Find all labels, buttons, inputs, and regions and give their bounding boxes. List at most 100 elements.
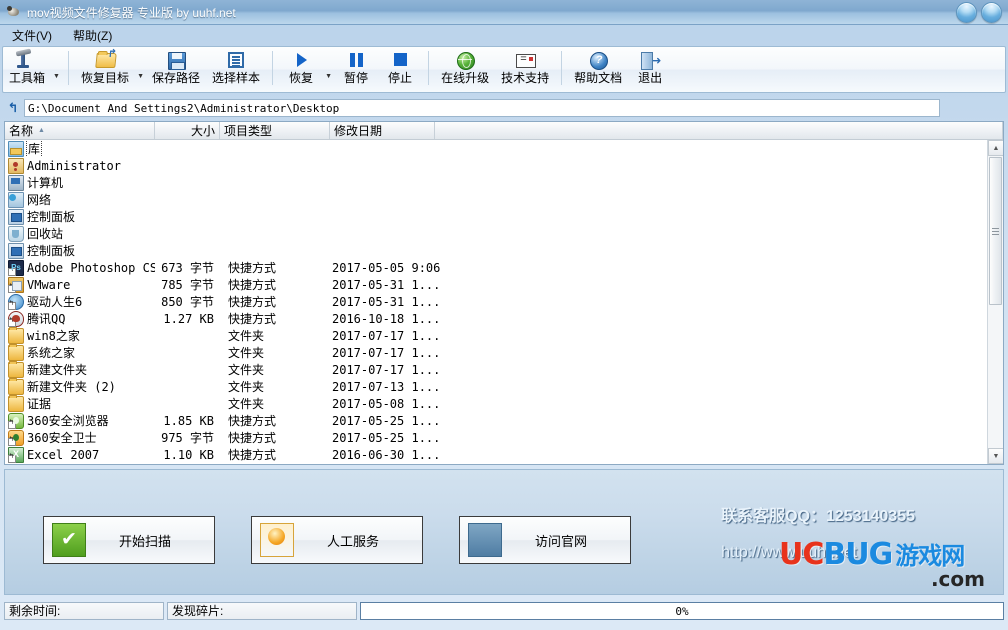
file-name-label: 系统之家	[27, 346, 76, 360]
column-header-type-label: 项目类型	[224, 124, 273, 138]
scrollbar-thumb[interactable]	[989, 157, 1002, 305]
column-header-type[interactable]: 项目类型	[220, 122, 330, 139]
toolbar-separator	[428, 51, 430, 85]
file-name-cell: 控制面板	[5, 242, 155, 259]
folder-icon	[8, 378, 24, 395]
toolbar-button-online-upgrade[interactable]: 在线升级	[435, 47, 495, 92]
start-scan-button[interactable]: 开始扫描	[43, 516, 215, 564]
minimize-button[interactable]	[956, 2, 977, 23]
close-button[interactable]	[981, 2, 1002, 23]
column-header-size-label: 大小	[190, 124, 215, 138]
file-size-cell: 785 字节	[161, 278, 214, 292]
lightbulb-icon	[260, 523, 294, 557]
contact-qq-text: 联系客服QQ：1253140355	[721, 508, 915, 525]
table-row[interactable]: 计算机	[5, 174, 1003, 191]
toolbar-button-help-doc[interactable]: 帮助文档	[568, 47, 628, 92]
user-folder-icon	[8, 157, 24, 174]
toolbar-button-tech-support[interactable]: 技术支持	[495, 47, 555, 92]
toolbar-button-stop[interactable]: 停止	[378, 47, 422, 92]
table-row[interactable]: 网络	[5, 191, 1003, 208]
file-name-cell: 计算机	[5, 174, 155, 191]
file-date-cell: 2016-06-30 1...	[332, 447, 441, 462]
library-icon	[8, 140, 24, 157]
table-row[interactable]: 新建文件夹 文件夹 2017-07-17 1...	[5, 361, 1003, 378]
address-bar: ↰ G:\Document And Settings2\Administrato…	[2, 97, 1006, 119]
shortcut-overlay-icon	[8, 265, 16, 276]
toolbar-button-select-sample[interactable]: 选择样本	[206, 47, 266, 92]
toolbar-button-recover-target[interactable]: 恢复目标	[75, 47, 135, 92]
menu-file[interactable]: 文件(V)	[3, 25, 61, 46]
shortcut-overlay-icon	[8, 452, 16, 463]
table-row[interactable]: Administrator	[5, 157, 1003, 174]
table-row[interactable]: Adobe Photoshop CS6 673 字节快捷方式 2017-05-05 …	[5, 259, 1003, 276]
status-bar: 剩余时间: 发现碎片: 0%	[4, 600, 1004, 622]
file-type-cell: 快捷方式	[228, 448, 277, 462]
watermark-com: .com	[930, 567, 985, 591]
recover-target-dropdown-arrow-icon[interactable]: ▼	[135, 47, 146, 92]
360-browser-icon	[8, 412, 24, 429]
file-date-cell: 2017-07-17 1...	[332, 328, 441, 343]
table-row[interactable]: VMware 785 字节快捷方式 2017-05-31 1...	[5, 276, 1003, 293]
progress-bar-text: 0%	[675, 604, 689, 618]
path-input[interactable]: G:\Document And Settings2\Administrator\…	[24, 99, 940, 117]
visit-website-label: 访问官网	[534, 533, 587, 549]
file-date-cell: 2017-07-17 1...	[332, 362, 441, 377]
file-name-label: 控制面板	[27, 210, 76, 224]
menu-help[interactable]: 帮助(Z)	[64, 25, 121, 46]
table-row[interactable]: 证据 文件夹 2017-05-08 1...	[5, 395, 1003, 412]
toolbar-button-toolbox[interactable]: 工具箱	[3, 47, 51, 92]
table-row[interactable]: win8之家 文件夹 2017-07-17 1...	[5, 327, 1003, 344]
table-row[interactable]: 回收站	[5, 225, 1003, 242]
column-header-size[interactable]: 大小	[155, 122, 220, 139]
table-row[interactable]: Excel 2007 1.10 KB 快捷方式 2016-06-30 1...	[5, 446, 1003, 463]
scroll-down-button[interactable]: ▼	[988, 448, 1003, 464]
scroll-up-button[interactable]: ▲	[988, 140, 1003, 156]
table-row[interactable]: 360安全卫士 975 字节快捷方式 2017-05-25 1...	[5, 429, 1003, 446]
document-list-icon	[225, 50, 247, 70]
file-type-cell: 快捷方式	[228, 261, 277, 275]
table-row[interactable]: 360安全浏览器 1.85 KB 快捷方式 2017-05-25 1...	[5, 412, 1003, 429]
manual-service-button[interactable]: 人工服务	[251, 516, 423, 564]
visit-website-button[interactable]: 访问官网	[459, 516, 631, 564]
file-size-cell: 850 字节	[161, 295, 214, 309]
shortcut-overlay-icon	[8, 418, 16, 429]
toolbox-dropdown-arrow-icon[interactable]: ▼	[51, 47, 62, 92]
folder-icon	[8, 327, 24, 344]
recover-dropdown-arrow-icon[interactable]: ▼	[323, 47, 334, 92]
column-header-name[interactable]: 名称 ▲	[5, 122, 155, 139]
back-arrow-icon[interactable]: ↰	[2, 98, 24, 118]
column-header-date[interactable]: 修改日期	[330, 122, 435, 139]
table-row[interactable]: 控制面板	[5, 208, 1003, 225]
toolbar-label-help-doc: 帮助文档	[574, 71, 623, 85]
file-name-cell: 系统之家	[5, 344, 155, 361]
file-name-label: 新建文件夹 (2)	[27, 380, 116, 394]
bottom-action-panel: 开始扫描 人工服务 访问官网 联系客服QQ：1253140355 http://…	[4, 469, 1004, 595]
table-row[interactable]: 腾讯QQ 1.27 KB 快捷方式 2016-10-18 1...	[5, 310, 1003, 327]
toolbar-button-pause[interactable]: 暂停	[334, 47, 378, 92]
file-date-cell: 2017-05-31 1...	[332, 294, 441, 309]
start-scan-label: 开始扫描	[118, 533, 171, 549]
file-name-cell: Adobe Photoshop CS6	[5, 259, 155, 276]
file-name-label: 控制面板	[27, 244, 76, 258]
table-row[interactable]: 控制面板	[5, 242, 1003, 259]
table-row[interactable]: 系统之家 文件夹 2017-07-17 1...	[5, 344, 1003, 361]
menu-bar: 文件(V) 帮助(Z)	[0, 25, 1008, 45]
control-panel-icon	[8, 208, 24, 225]
toolbar-button-recover[interactable]: 恢复	[279, 47, 323, 92]
table-row[interactable]: 驱动人生6 850 字节快捷方式 2017-05-31 1...	[5, 293, 1003, 310]
file-name-cell: 腾讯QQ	[5, 310, 155, 327]
website-url-text[interactable]: http://www.uuhf.net	[721, 544, 915, 562]
mail-icon	[514, 50, 537, 70]
toolbar-button-save-path[interactable]: 保存路径	[146, 47, 206, 92]
file-name-label: 网络	[27, 193, 52, 207]
file-name-label: Administrator	[27, 158, 121, 173]
stop-icon	[389, 50, 411, 70]
toolbar-button-exit[interactable]: 退出	[628, 47, 672, 92]
table-row[interactable]: 库	[5, 140, 1003, 157]
table-row[interactable]: 新建文件夹 (2) 文件夹 2017-07-13 1...	[5, 378, 1003, 395]
vertical-scrollbar[interactable]: ▲ ▼	[987, 140, 1003, 464]
file-name-label: Excel 2007	[27, 447, 100, 462]
folder-icon	[8, 344, 24, 361]
toolbar-separator	[272, 51, 274, 85]
column-headers: 名称 ▲ 大小 项目类型 修改日期	[5, 122, 1003, 140]
